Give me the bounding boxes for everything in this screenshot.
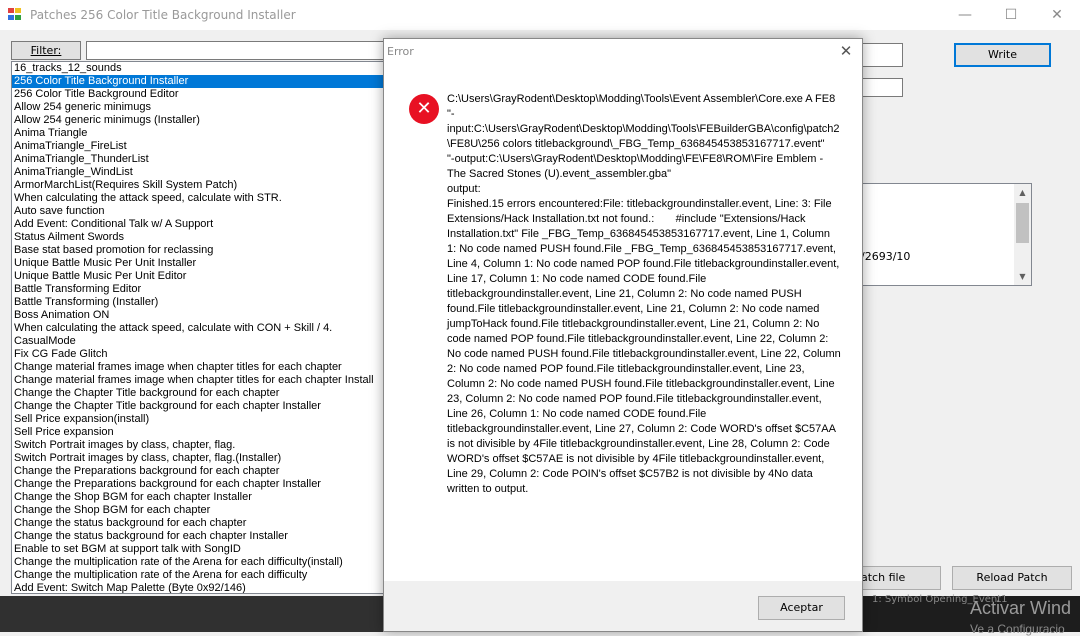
list-item[interactable]: Anima Triangle	[12, 127, 385, 140]
list-item[interactable]: 256 Color Title Background Installer	[12, 75, 385, 88]
info-textbox[interactable]: /2693/10 ▲ ▼	[860, 183, 1032, 286]
list-item[interactable]: Switch Portrait images by class, chapter…	[12, 452, 385, 465]
scroll-up-icon[interactable]: ▲	[1014, 184, 1031, 201]
behind-field-1[interactable]	[860, 43, 903, 67]
reload-patch-button[interactable]: Reload Patch	[952, 566, 1072, 590]
activation-watermark: Activar Wind	[970, 598, 1072, 618]
list-item[interactable]: Change the Preparations background for e…	[12, 478, 385, 491]
list-item[interactable]: Change the Shop BGM for each chapter Ins…	[12, 491, 385, 504]
behind-field-2[interactable]	[860, 78, 903, 97]
dialog-close-icon[interactable]: ✕	[836, 41, 856, 61]
info-text: /2693/10	[861, 250, 911, 263]
list-item[interactable]: Add Event: Switch Map Palette (Byte 0x92…	[12, 582, 385, 593]
list-item[interactable]: Change the multiplication rate of the Ar…	[12, 556, 385, 569]
list-item[interactable]: When calculating the attack speed, calcu…	[12, 322, 385, 335]
taskbar-left-area	[0, 596, 384, 632]
list-item[interactable]: Allow 254 generic minimugs (Installer)	[12, 114, 385, 127]
accept-button[interactable]: Aceptar	[758, 596, 845, 620]
list-item[interactable]: Base stat based promotion for reclassing	[12, 244, 385, 257]
maximize-icon[interactable]: ☐	[988, 0, 1034, 30]
list-item[interactable]: Change the status background for each ch…	[12, 530, 385, 543]
error-message: C:\Users\GrayRodent\Desktop\Modding\Tool…	[447, 93, 841, 495]
list-item[interactable]: Sell Price expansion	[12, 426, 385, 439]
list-item[interactable]: Boss Animation ON	[12, 309, 385, 322]
patch-list[interactable]: 16_tracks_12_sounds 256 Color Title Backg…	[11, 61, 386, 594]
close-icon[interactable]: ✕	[1034, 0, 1080, 30]
list-item[interactable]: Allow 254 generic minimugs	[12, 101, 385, 114]
list-item[interactable]: Sell Price expansion(install)	[12, 413, 385, 426]
list-item[interactable]: Fix CG Fade Glitch	[12, 348, 385, 361]
list-item[interactable]: Battle Transforming Editor	[12, 283, 385, 296]
list-item[interactable]: Unique Battle Music Per Unit Installer	[12, 257, 385, 270]
filter-button[interactable]: Filter:	[11, 41, 81, 60]
title-bar: Patches 256 Color Title Background Insta…	[0, 0, 1080, 30]
list-item[interactable]: ArmorMarchList(Requires Skill System Pat…	[12, 179, 385, 192]
error-icon: ✕	[409, 94, 439, 124]
list-item[interactable]: Change material frames image when chapte…	[12, 374, 385, 387]
window-title: Patches 256 Color Title Background Insta…	[30, 8, 296, 22]
list-item[interactable]: Auto save function	[12, 205, 385, 218]
list-item[interactable]: Change the Chapter Title background for …	[12, 387, 385, 400]
patch-file-button[interactable]: atch file	[858, 566, 941, 590]
list-item[interactable]: Battle Transforming (Installer)	[12, 296, 385, 309]
list-item[interactable]: Change the status background for each ch…	[12, 517, 385, 530]
list-item[interactable]: Change the Chapter Title background for …	[12, 400, 385, 413]
scroll-thumb[interactable]	[1016, 203, 1029, 243]
list-item[interactable]: Change the multiplication rate of the Ar…	[12, 569, 385, 582]
scroll-down-icon[interactable]: ▼	[1014, 268, 1031, 285]
write-button[interactable]: Write	[954, 43, 1051, 67]
app-icon	[8, 8, 22, 21]
dialog-footer: Aceptar	[384, 581, 862, 631]
list-item[interactable]: CasualMode	[12, 335, 385, 348]
list-item[interactable]: AnimaTriangle_WindList	[12, 166, 385, 179]
list-item[interactable]: Enable to set BGM at support talk with S…	[12, 543, 385, 556]
activation-watermark-sub: Ve a Configuracio	[970, 622, 1065, 636]
list-item[interactable]: 256 Color Title Background Editor	[12, 88, 385, 101]
list-item[interactable]: Status Ailment Swords	[12, 231, 385, 244]
list-item[interactable]: AnimaTriangle_ThunderList	[12, 153, 385, 166]
info-scrollbar[interactable]: ▲ ▼	[1014, 184, 1031, 285]
list-item[interactable]: 16_tracks_12_sounds	[12, 62, 385, 75]
filter-input[interactable]	[86, 41, 386, 60]
list-item[interactable]: Change material frames image when chapte…	[12, 361, 385, 374]
list-item[interactable]: Change the Preparations background for e…	[12, 465, 385, 478]
error-dialog: Error ✕ ✕ C:\Users\GrayRodent\Desktop\Mo…	[383, 38, 863, 632]
dialog-title: Error	[387, 45, 414, 58]
list-item[interactable]: Unique Battle Music Per Unit Editor	[12, 270, 385, 283]
list-item[interactable]: Change the Shop BGM for each chapter	[12, 504, 385, 517]
list-item[interactable]: Add Event: Conditional Talk w/ A Support	[12, 218, 385, 231]
list-item[interactable]: Switch Portrait images by class, chapter…	[12, 439, 385, 452]
list-item[interactable]: AnimaTriangle_FireList	[12, 140, 385, 153]
list-item[interactable]: When calculating the attack speed, calcu…	[12, 192, 385, 205]
minimize-icon[interactable]: —	[942, 0, 988, 30]
